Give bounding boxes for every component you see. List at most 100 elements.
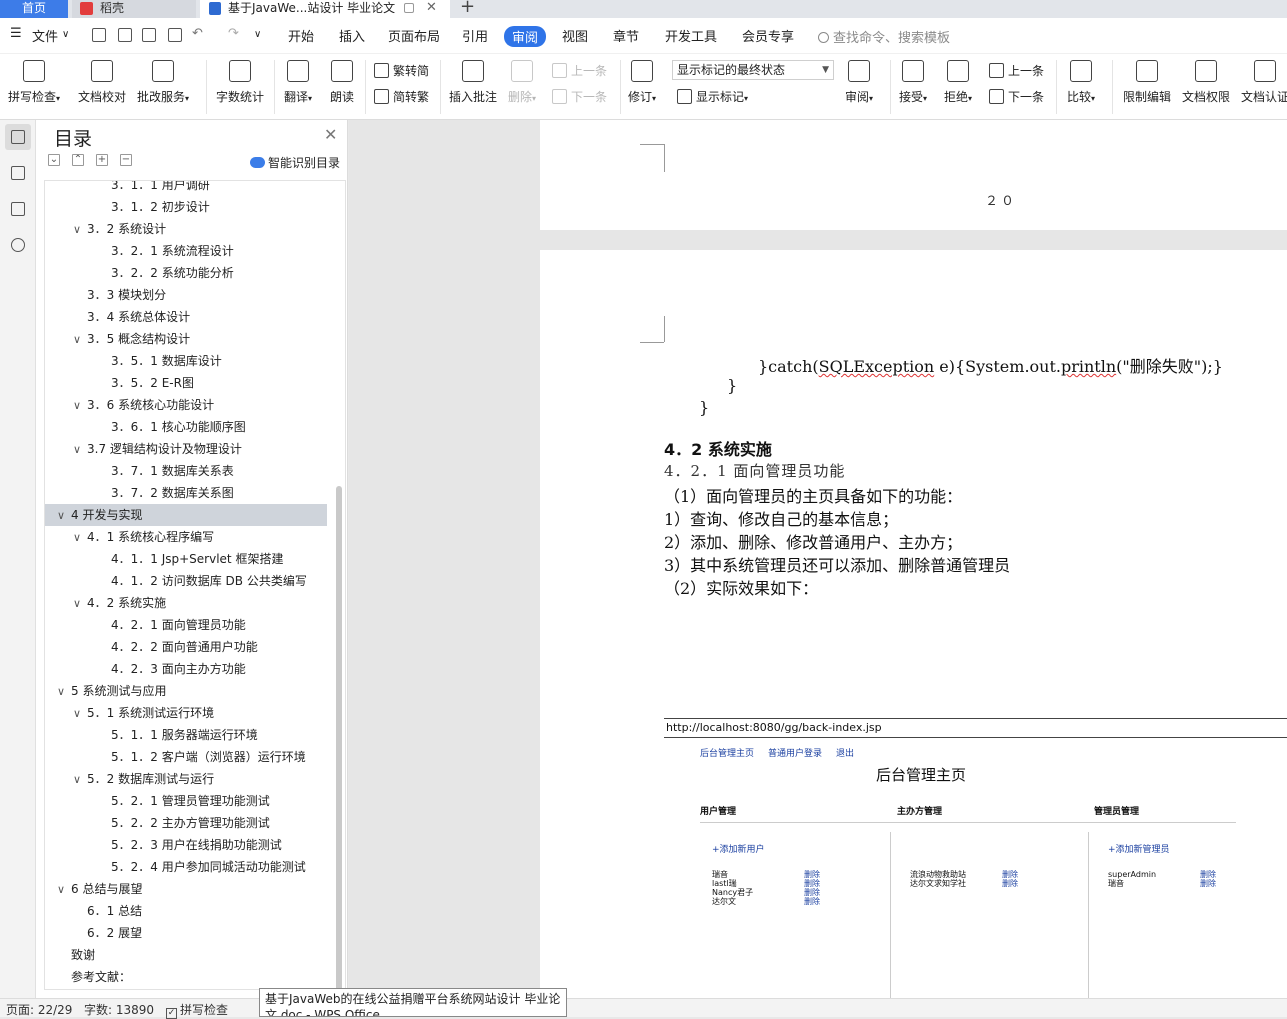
toc-item[interactable]: 5．2．3 用户在线捐助功能测试 — [97, 834, 282, 856]
toc-item[interactable]: ∨ 3.7 逻辑结构设计及物理设计 — [73, 438, 242, 460]
toc-item[interactable]: 4．1．2 访问数据库 DB 公共类编写 — [97, 570, 307, 592]
toc-panel-button[interactable] — [5, 124, 31, 150]
toc-item[interactable]: 5．2．1 管理员管理功能测试 — [97, 790, 270, 812]
save-icon[interactable] — [92, 28, 106, 42]
add-heading-icon[interactable]: + — [96, 154, 108, 166]
export-pdf-icon[interactable] — [118, 28, 132, 42]
chevron-down-icon[interactable]: ∨ — [73, 593, 87, 615]
next-comment-button[interactable]: 下一条 — [552, 88, 607, 105]
accept-button[interactable]: 接受▾ — [899, 60, 927, 105]
word-count-button[interactable]: 字数统计 — [216, 60, 264, 105]
toc-item[interactable]: 4．2．3 面向主办方功能 — [97, 658, 246, 680]
toc-item[interactable]: ∨ 3．6 系统核心功能设计 — [73, 394, 214, 416]
toc-item[interactable]: 6．1 总结 — [73, 900, 142, 922]
chevron-down-icon[interactable]: ∨ — [73, 219, 87, 241]
toc-item[interactable]: ∨ 6 总结与展望 — [57, 878, 142, 900]
toc-item[interactable]: 参考文献： — [57, 966, 131, 988]
toc-item[interactable]: 3．7．2 数据库关系图 — [97, 482, 234, 504]
show-markup-button[interactable]: 显示标记▾ — [677, 88, 748, 105]
menu-member[interactable]: 会员专享 — [742, 26, 794, 45]
undo-icon[interactable]: ↶ — [192, 26, 203, 41]
restrict-edit-button[interactable]: 限制编辑 — [1123, 60, 1171, 105]
toc-item[interactable]: 4．2．1 面向管理员功能 — [97, 614, 246, 636]
toc-item[interactable]: 3．2．1 系统流程设计 — [97, 240, 234, 262]
toc-item[interactable]: ∨ 4 开发与实现 — [45, 504, 327, 526]
toc-item[interactable]: 3．5．2 E-R图 — [97, 372, 194, 394]
toc-item[interactable]: ∨ 5．1 系统测试运行环境 — [73, 702, 214, 724]
menu-insert[interactable]: 插入 — [339, 26, 365, 45]
insert-comment-button[interactable]: 插入批注 — [449, 60, 497, 105]
simp-to-trad-button[interactable]: 简转繁 — [374, 88, 429, 105]
spell-check-toggle[interactable]: ✓ 拼写检查 — [166, 1001, 228, 1019]
menu-references[interactable]: 引用 — [462, 26, 488, 45]
toc-item[interactable]: 致谢 — [57, 944, 95, 966]
toc-item[interactable]: ∨ 3．5 概念结构设计 — [73, 328, 190, 350]
print-icon[interactable] — [142, 28, 156, 42]
command-search[interactable]: 查找命令、搜索模板 — [818, 27, 950, 46]
hamburger-icon[interactable]: ☰ — [10, 26, 22, 41]
menu-view[interactable]: 视图 — [562, 26, 588, 45]
toc-scrollbar[interactable] — [336, 486, 342, 989]
smart-toc-button[interactable]: 智能识别目录 — [250, 154, 340, 171]
word-count-indicator[interactable]: 字数: 13890 — [84, 1001, 154, 1018]
chevron-down-icon[interactable]: ∨ — [57, 681, 71, 703]
pin-icon[interactable] — [404, 3, 414, 13]
toc-item[interactable]: 3．5．1 数据库设计 — [97, 350, 222, 372]
chevron-down-icon[interactable]: ∨ — [57, 879, 71, 901]
spell-check-button[interactable]: 拼写检查▾ — [8, 60, 60, 105]
prev-change-button[interactable]: 上一条 — [989, 62, 1044, 79]
toc-item[interactable]: 3．4 系统总体设计 — [73, 306, 190, 328]
toc-item[interactable]: 5．2．2 主办方管理功能测试 — [97, 812, 270, 834]
find-panel-button[interactable] — [5, 232, 31, 258]
tab-document[interactable]: 基于JavaWe...站设计 毕业论文 ✕ — [200, 0, 450, 18]
menu-home[interactable]: 开始 — [288, 26, 314, 45]
toc-item[interactable]: ∨ 5 系统测试与应用 — [57, 680, 166, 702]
close-tab-icon[interactable]: ✕ — [426, 0, 437, 16]
menu-file[interactable]: 文件 — [32, 26, 58, 45]
document-canvas[interactable]: ２０ }catch(SQLException e){System.out.pri… — [349, 120, 1287, 998]
chapter-panel-button[interactable] — [5, 160, 31, 186]
tab-home[interactable]: 首页 — [0, 0, 68, 18]
doc-cert-button[interactable]: 文档认证 — [1241, 60, 1287, 105]
collapse-all-icon[interactable]: ⌃ — [72, 154, 84, 166]
toc-item[interactable]: ∨ 4．2 系统实施 — [73, 592, 166, 614]
menu-review[interactable]: 审阅 — [504, 26, 547, 47]
chevron-down-icon[interactable]: ∨ — [62, 29, 69, 40]
toc-item[interactable]: 3．6．1 核心功能顺序图 — [97, 416, 246, 438]
page-indicator[interactable]: 页面: 22/29 — [6, 1001, 72, 1018]
prev-comment-button[interactable]: 上一条 — [552, 62, 607, 79]
toc-item[interactable]: 3．1．1 用户调研 — [97, 181, 210, 196]
toc-item[interactable]: 3．1．2 初步设计 — [97, 196, 210, 218]
chevron-down-icon[interactable]: ∨ — [73, 439, 87, 461]
chevron-down-icon[interactable]: ∨ — [73, 769, 87, 791]
menu-page-layout[interactable]: 页面布局 — [388, 26, 440, 45]
chevron-down-icon[interactable]: ∨ — [73, 329, 87, 351]
toc-item[interactable]: 6．2 展望 — [73, 922, 142, 944]
toc-item[interactable]: ∨ 4．1 系统核心程序编写 — [73, 526, 214, 548]
expand-all-icon[interactable]: ⌄ — [48, 154, 60, 166]
doc-proof-button[interactable]: 文档校对 — [78, 60, 126, 105]
compare-button[interactable]: 比较▾ — [1067, 60, 1095, 105]
bookmark-panel-button[interactable] — [5, 196, 31, 222]
toc-item[interactable]: 3．2．2 系统功能分析 — [97, 262, 234, 284]
markup-display-select[interactable]: 显示标记的最终状态 ▼ — [672, 60, 834, 80]
delete-comment-button[interactable]: 删除▾ — [508, 60, 536, 105]
chevron-down-icon[interactable]: ∨ — [57, 505, 71, 527]
trad-to-simp-button[interactable]: 繁转简 — [374, 62, 429, 79]
toc-item[interactable]: 5．1．1 服务器端运行环境 — [97, 724, 258, 746]
toc-item[interactable]: ∨ 3．2 系统设计 — [73, 218, 166, 240]
doc-rights-button[interactable]: 文档权限 — [1182, 60, 1230, 105]
toc-item[interactable]: 4．1．1 Jsp+Servlet 框架搭建 — [97, 548, 283, 570]
quick-access-more-icon[interactable]: ∨ — [254, 29, 261, 40]
review-service-button[interactable]: 批改服务▾ — [137, 60, 189, 105]
review-pane-button[interactable]: 审阅▾ — [845, 60, 873, 105]
toc-item[interactable]: ∨ 5．2 数据库测试与运行 — [73, 768, 214, 790]
print-preview-icon[interactable] — [168, 28, 182, 42]
track-changes-button[interactable]: 修订▾ — [628, 60, 656, 105]
translate-button[interactable]: 翻译▾ — [284, 60, 312, 105]
toc-item[interactable]: 5．1．2 客户端（浏览器）运行环境 — [97, 746, 306, 768]
toc-item[interactable]: 3．3 模块划分 — [73, 284, 166, 306]
redo-icon[interactable]: ↷ — [228, 26, 239, 41]
toc-item[interactable]: 4．2．2 面向普通用户功能 — [97, 636, 258, 658]
tab-daoke[interactable]: 稻壳 — [72, 0, 196, 18]
